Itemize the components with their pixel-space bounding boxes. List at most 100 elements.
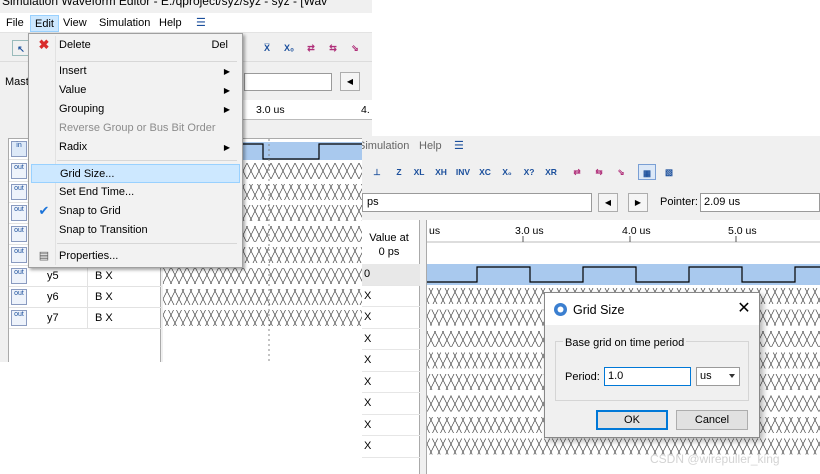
- snap-trans-icon[interactable]: ⇆: [590, 164, 608, 180]
- time-tick: 3.0 us: [256, 104, 285, 116]
- signal-row[interactable]: out y5 B X: [9, 266, 162, 287]
- next-transition-button[interactable]: ▶: [628, 193, 648, 212]
- value-cell: X: [362, 436, 420, 458]
- submenu-arrow-icon: ▶: [223, 143, 230, 152]
- prev-transition-button[interactable]: ◀: [598, 193, 618, 212]
- delete-x-icon: ✖: [38, 37, 50, 52]
- menu-item-label: Delete: [59, 39, 91, 51]
- window-title: Simulation Waveform Editor - E:/qproject…: [2, 0, 328, 8]
- menu-item-shortcut: Del: [211, 39, 228, 51]
- menu-edit[interactable]: Edit: [30, 15, 59, 32]
- menu-item-label: Reverse Group or Bus Bit Order: [59, 122, 216, 134]
- menu-file[interactable]: File: [2, 15, 28, 32]
- submenu-arrow-icon: ▶: [223, 105, 230, 114]
- output-pin-icon: out: [11, 226, 27, 242]
- value-column-header: Value at 0 ps: [369, 232, 409, 258]
- force-high-icon[interactable]: XH: [432, 164, 450, 180]
- value-cell: X: [362, 415, 420, 436]
- input-pin-icon: in: [11, 141, 27, 157]
- menu-item-reverse-group: Reverse Group or Bus Bit Order: [31, 119, 240, 138]
- menu-simulation[interactable]: Simulation: [95, 15, 154, 32]
- pointer-label: Pointer:: [660, 196, 698, 208]
- count-value-icon[interactable]: X₀: [498, 164, 516, 180]
- force-low-icon[interactable]: ⊥: [368, 164, 386, 180]
- time-search-input[interactable]: [244, 73, 332, 91]
- grid-view-icon[interactable]: ▦: [638, 164, 656, 180]
- zoom-icon[interactable]: ⇘: [612, 164, 630, 180]
- menu-item-properties[interactable]: ▤ Properties...: [31, 247, 240, 266]
- clock-icon[interactable]: XC: [476, 164, 494, 180]
- menu-item-label: Insert: [59, 65, 87, 77]
- menu-item-value[interactable]: Value ▶: [31, 81, 240, 100]
- ok-button[interactable]: OK: [596, 410, 668, 430]
- snap-icon[interactable]: ⇄: [302, 40, 320, 56]
- signal-row[interactable]: out y6 B X: [9, 287, 162, 308]
- menu-item-set-end-time[interactable]: Set End Time...: [31, 183, 240, 202]
- menu-item-label: Set End Time...: [59, 186, 135, 198]
- edit-menu-dropdown: ✖ Delete Del Insert ▶ Value ▶ Grouping ▶…: [28, 33, 243, 268]
- menu-item-label: Snap to Transition: [59, 224, 148, 236]
- menu-item-label: Grouping: [59, 103, 105, 115]
- random-value-icon[interactable]: X?: [520, 164, 538, 180]
- grid-size-dialog: Grid Size ✕ Base grid on time period Per…: [544, 292, 760, 438]
- menu-help[interactable]: Help: [415, 138, 446, 155]
- menu-item-delete[interactable]: ✖ Delete Del: [31, 36, 240, 55]
- signal-row[interactable]: out y7 B X: [9, 308, 162, 329]
- unit-select-value: us: [700, 370, 712, 382]
- menu-item-label: Properties...: [59, 250, 119, 262]
- value-cell: X: [362, 393, 420, 415]
- snap-trans-icon[interactable]: ⇆: [324, 40, 342, 56]
- help-pointer-icon[interactable]: ☰: [192, 15, 210, 32]
- cancel-button[interactable]: Cancel: [676, 410, 748, 430]
- submenu-arrow-icon: ▶: [223, 86, 230, 95]
- value-cell: X: [362, 372, 420, 393]
- period-label: Period:: [565, 371, 600, 383]
- column-divider: [87, 266, 88, 287]
- time-search-input[interactable]: ps: [362, 193, 592, 212]
- menubar: File Edit View Simulation Help ☰: [0, 13, 372, 33]
- menu-item-insert[interactable]: Insert ▶: [31, 62, 240, 81]
- quartus-logo-icon: [554, 303, 567, 316]
- arbitrary-value-icon[interactable]: XR: [542, 164, 560, 180]
- waveform-compare-icon[interactable]: ▧: [660, 164, 678, 180]
- pointer-value-field[interactable]: 2.09 us: [700, 193, 820, 212]
- output-pin-icon: out: [11, 205, 27, 221]
- unit-select[interactable]: us: [696, 367, 740, 386]
- menu-separator: [57, 160, 237, 161]
- menubar: Simulation Help ☰: [362, 136, 820, 154]
- unknown-wave: [163, 289, 372, 305]
- signal-value: B X: [95, 270, 113, 282]
- period-input[interactable]: 1.0: [604, 367, 691, 386]
- value-cell: X: [362, 286, 420, 307]
- menu-item-radix[interactable]: Radix ▶: [31, 138, 240, 157]
- help-pointer-icon[interactable]: ☰: [450, 138, 468, 155]
- menu-simulation[interactable]: Simulation: [362, 138, 413, 155]
- invert-icon[interactable]: INV: [454, 164, 472, 180]
- value-cell: X: [362, 350, 420, 372]
- groupbox-label: Base grid on time period: [563, 337, 687, 349]
- output-pin-icon: out: [11, 247, 27, 263]
- dialog-title: Grid Size: [573, 303, 625, 317]
- time-tick: 4.: [361, 104, 370, 116]
- high-impedance-icon[interactable]: Z: [390, 164, 408, 180]
- force-low-x-icon[interactable]: XL: [410, 164, 428, 180]
- snap-icon[interactable]: ⇄: [568, 164, 586, 180]
- menu-item-snap-to-transition[interactable]: Snap to Transition: [31, 221, 240, 240]
- checkmark-icon: ✔: [38, 203, 50, 218]
- invert-icon[interactable]: X̅: [258, 40, 276, 56]
- menu-item-label: Grid Size...: [60, 168, 115, 180]
- count-icon[interactable]: X₀: [280, 40, 298, 56]
- menu-item-snap-to-grid[interactable]: ✔ Snap to Grid: [31, 202, 240, 221]
- prev-transition-button[interactable]: ◀: [340, 72, 360, 91]
- column-divider: [87, 287, 88, 308]
- menu-item-grid-size[interactable]: Grid Size...: [31, 164, 240, 183]
- zoom-icon[interactable]: ⇘: [346, 40, 364, 56]
- menu-item-grouping[interactable]: Grouping ▶: [31, 100, 240, 119]
- close-icon[interactable]: ✕: [735, 300, 753, 318]
- master-time-label: Mast: [5, 76, 29, 88]
- output-pin-icon: out: [11, 289, 27, 305]
- signal-name: y7: [47, 312, 59, 324]
- menu-view[interactable]: View: [59, 15, 91, 32]
- properties-icon: ▤: [38, 250, 50, 262]
- menu-help[interactable]: Help: [155, 15, 186, 32]
